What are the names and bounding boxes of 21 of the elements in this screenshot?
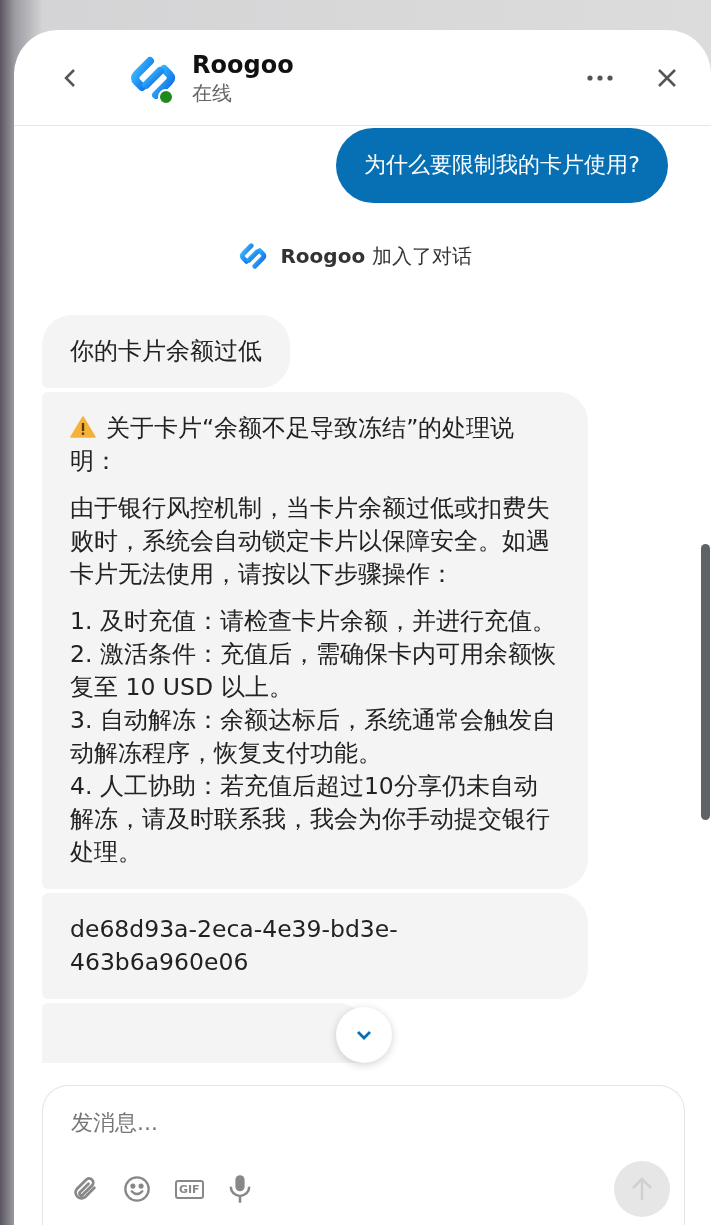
join-notice: Roogoo 加入了对话 bbox=[280, 242, 472, 270]
step-text: 1. 及时充值：请检查卡片余额，并进行充值。 bbox=[70, 606, 557, 637]
gif-button[interactable]: GIF bbox=[175, 1179, 204, 1199]
step-text: 2. 激活条件：充值后，需确保卡内可用余额恢复至 10 USD 以上。 bbox=[70, 639, 557, 703]
message-text: 关于卡片“余额不足导致冻结”的处理说明： bbox=[70, 413, 516, 477]
chevron-left-icon bbox=[62, 66, 78, 89]
message-text: 由于银行风控机制，当卡片余额过低或扣费失败时，系统会自动锁定卡片以保障安全。如遇卡片无法使用，请按以下步骤操作： bbox=[70, 493, 551, 590]
logo-icon bbox=[238, 241, 269, 271]
message-text: de68d93a-2eca-4e39-bd3e-463b6a960e06 bbox=[70, 914, 399, 978]
chevron-down-icon bbox=[355, 1029, 373, 1041]
warning-icon bbox=[70, 416, 96, 438]
more-icon bbox=[587, 74, 613, 81]
step-text: 3. 自动解冻：余额达标后，系统通常会触发自动解冻程序，恢复支付功能。 bbox=[70, 705, 557, 769]
status-text: 在线 bbox=[192, 79, 233, 106]
microphone-button[interactable] bbox=[227, 1174, 252, 1204]
attach-button[interactable] bbox=[71, 1175, 99, 1203]
message-text: 你的卡片余额过低 bbox=[70, 336, 262, 367]
message-bubble: 为什么要限制我的卡片使用? bbox=[336, 128, 668, 203]
step-text: 4. 人工协助：若充值后超过10分享仍未自动解冻，请及时联系我，我会为你手动提交银行处理。 bbox=[70, 771, 551, 868]
chat-title: Roogoo bbox=[192, 49, 295, 80]
emoji-button[interactable] bbox=[123, 1175, 151, 1203]
